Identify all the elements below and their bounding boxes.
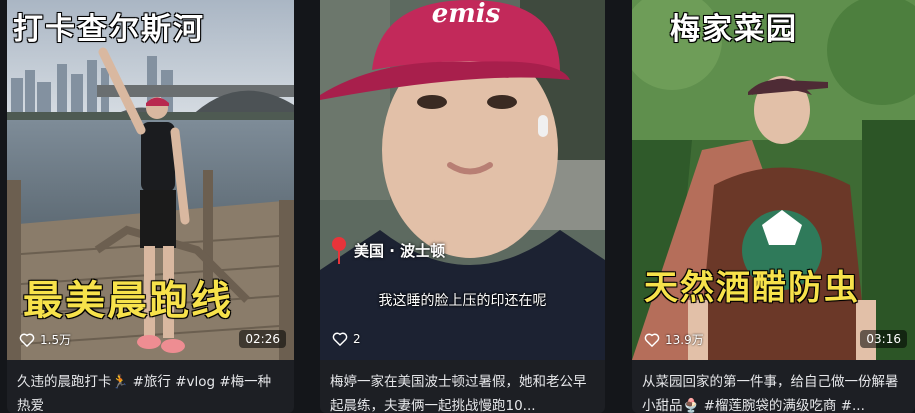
- heart-icon: [332, 332, 348, 346]
- video-caption[interactable]: 从菜园回家的第一件事，给自己做一份解暑小甜品🍨 #榴莲腕袋的满级吃商 #...: [642, 370, 905, 413]
- like-count-value: 13.9万: [665, 333, 704, 347]
- location-pin-icon: [332, 237, 346, 264]
- location-tag[interactable]: 美国 · 波士顿: [330, 236, 445, 264]
- heart-icon: [19, 333, 35, 347]
- video-thumbnail[interactable]: emis 美国 · 波士顿 我这睡的脸上压的印还在呢 2: [320, 0, 605, 360]
- video-thumbnail[interactable]: 梅家菜园 天然酒醋防虫 13.9万 03:16: [632, 0, 915, 360]
- video-duration: 03:16: [860, 330, 907, 348]
- like-count-value: 2: [353, 331, 361, 346]
- video-card[interactable]: emis 美国 · 波士顿 我这睡的脸上压的印还在呢 2 梅婷一家在美国波士顿过…: [320, 0, 605, 413]
- video-card[interactable]: 打卡查尔斯河 最美晨跑线 1.5万 02:26 久违的晨跑打卡🏃 #旅行 #vl…: [7, 0, 294, 413]
- location-label: 美国 · 波士顿: [354, 241, 446, 260]
- like-count: 2: [332, 331, 361, 346]
- video-overlay-headline: 最美晨跑线: [23, 278, 233, 324]
- like-count-value: 1.5万: [40, 333, 72, 347]
- heart-icon: [644, 333, 660, 347]
- video-caption[interactable]: 梅婷一家在美国波士顿过暑假，她和老公早起晨练，夫妻俩一起挑战慢跑10...: [330, 370, 595, 413]
- video-overlay-headline: 天然酒醋防虫: [644, 268, 860, 308]
- overlay-title-text: 打卡查尔斯河: [13, 12, 205, 47]
- svg-text:emis: emis: [432, 0, 501, 29]
- like-count: 1.5万: [19, 331, 71, 348]
- like-count: 13.9万: [644, 331, 704, 348]
- video-feed: 打卡查尔斯河 最美晨跑线 1.5万 02:26 久违的晨跑打卡🏃 #旅行 #vl…: [0, 0, 915, 413]
- video-overlay-title: 梅家菜园: [670, 12, 798, 47]
- video-duration: 02:26: [239, 330, 286, 348]
- video-overlay-title: 打卡查尔斯河: [13, 4, 205, 48]
- video-thumbnail[interactable]: 打卡查尔斯河 最美晨跑线 1.5万 02:26: [7, 0, 294, 360]
- video-caption[interactable]: 久违的晨跑打卡🏃 #旅行 #vlog #梅一种热爱: [17, 370, 284, 413]
- video-card[interactable]: 梅家菜园 天然酒醋防虫 13.9万 03:16 从菜园回家的第一件事，给自己做一…: [632, 0, 915, 413]
- video-subtitle: 我这睡的脸上压的印还在呢: [378, 293, 547, 309]
